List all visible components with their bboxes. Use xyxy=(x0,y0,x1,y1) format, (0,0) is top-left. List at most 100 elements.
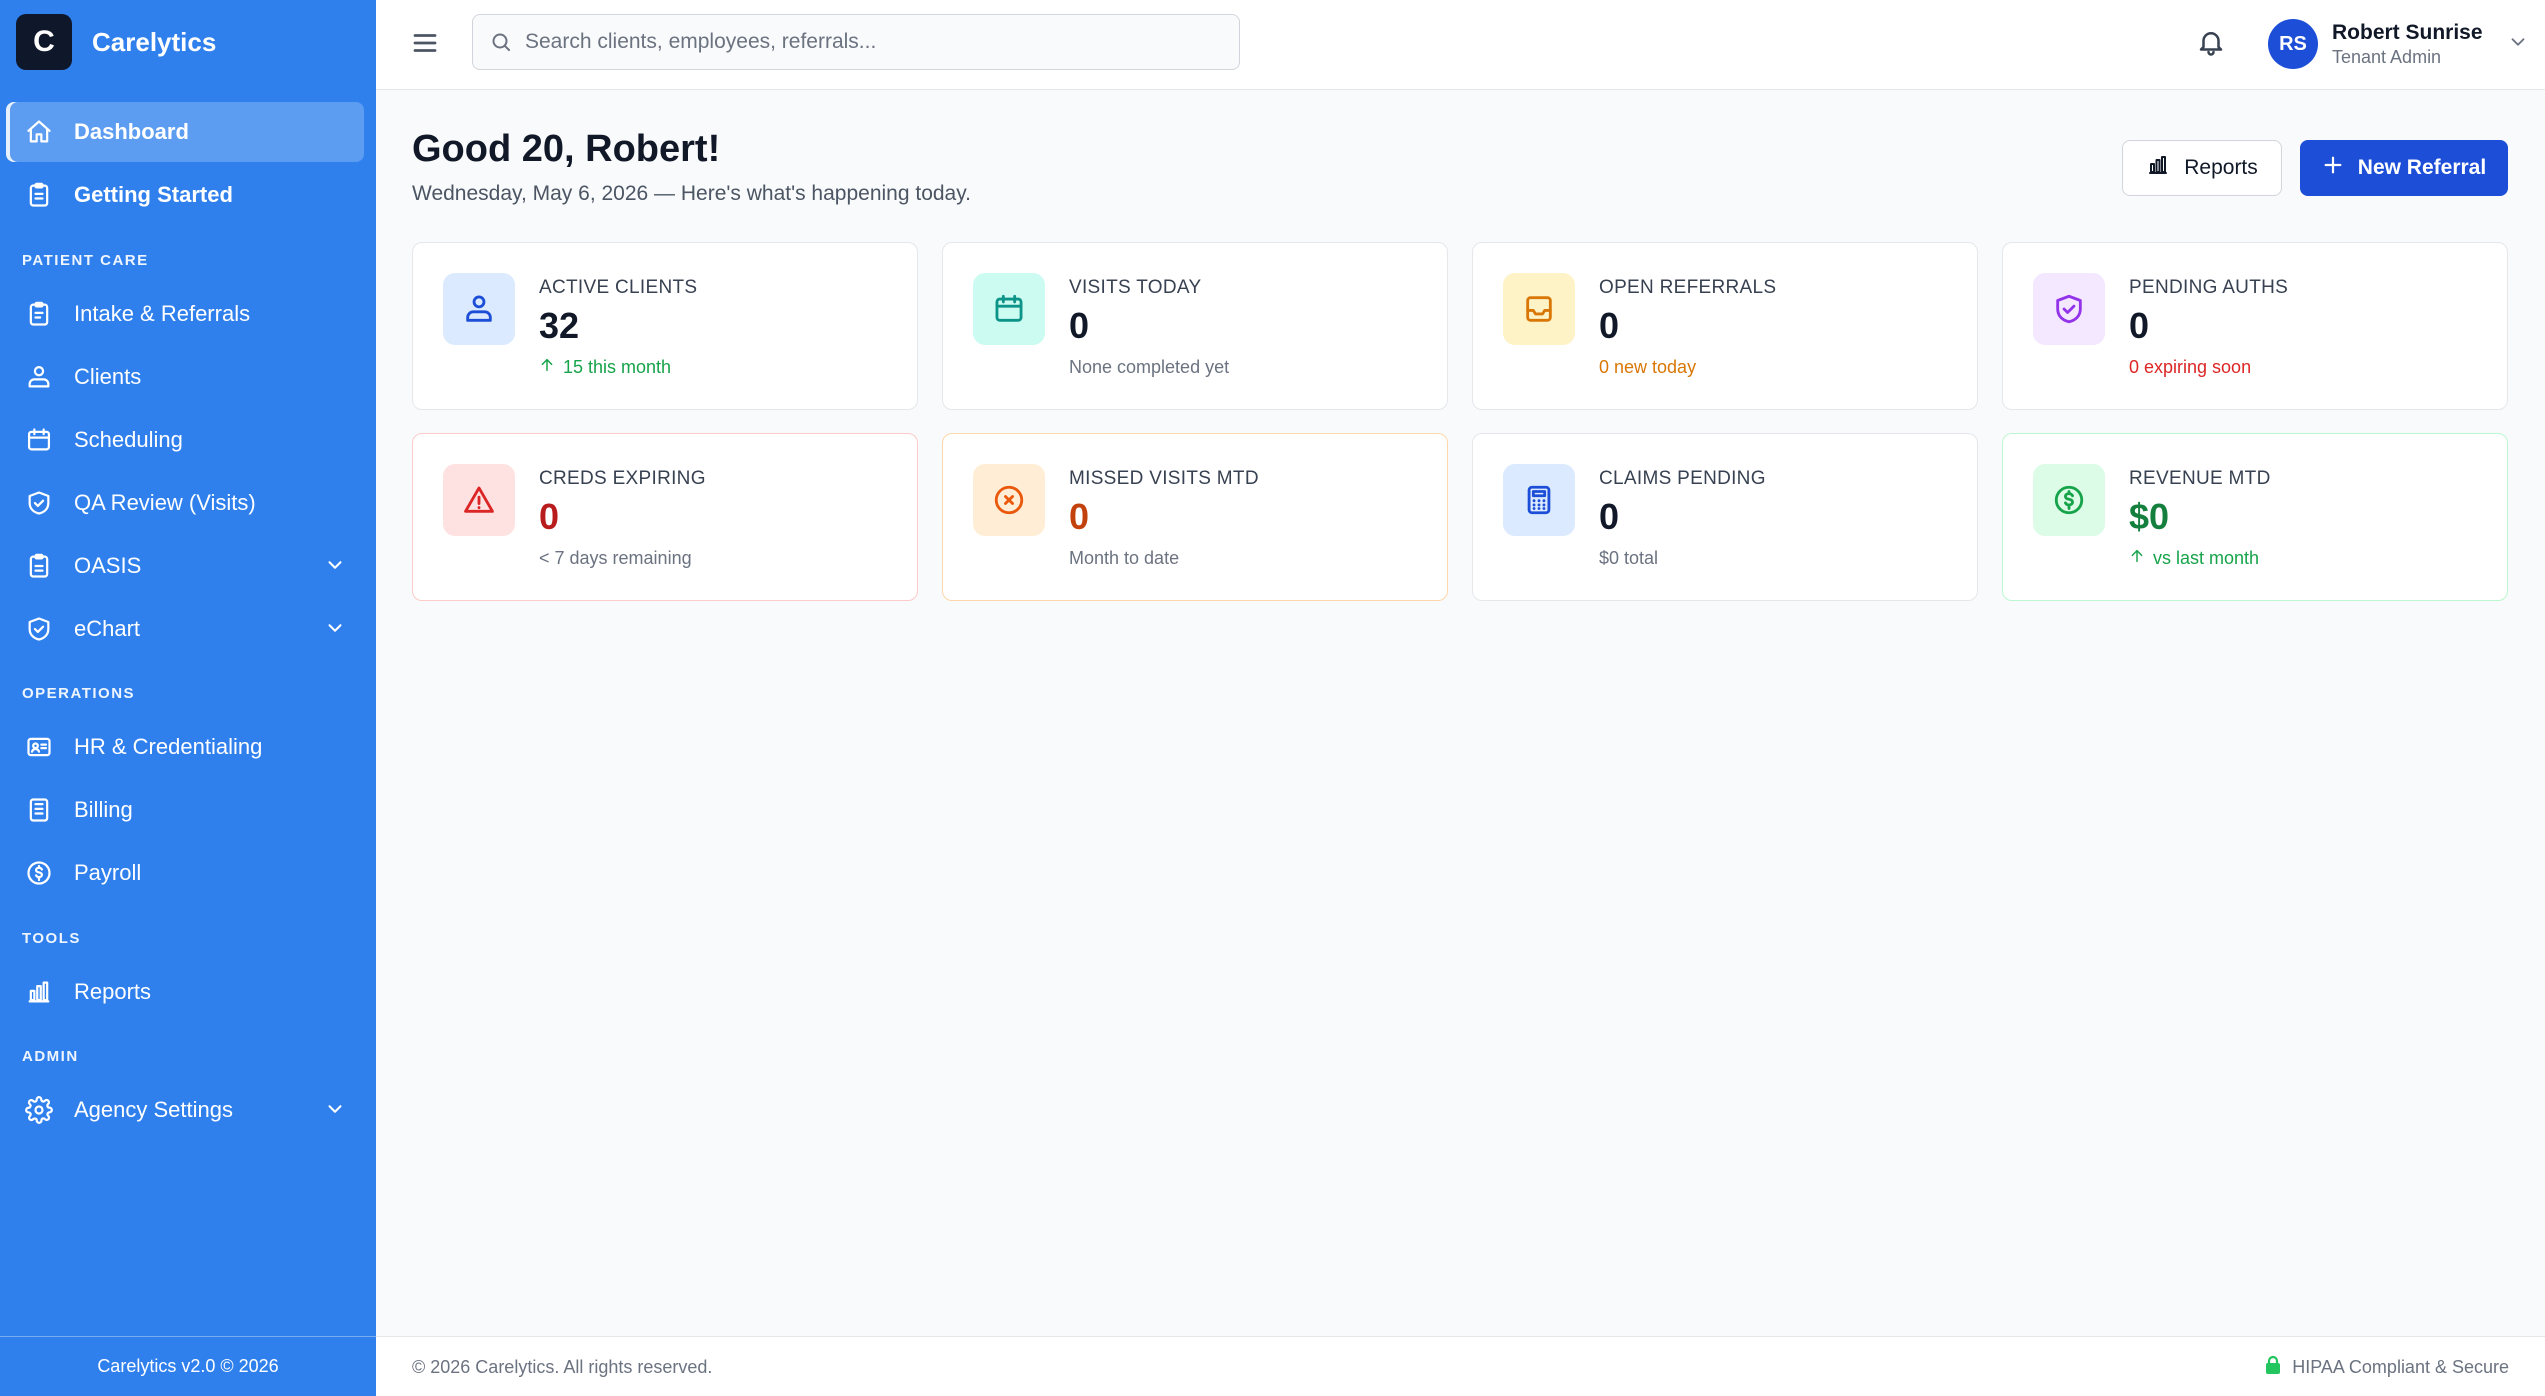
stat-value: 0 xyxy=(1069,305,1090,346)
stat-value: 0 xyxy=(2129,305,2150,346)
alert-triangle-icon xyxy=(443,464,515,536)
stat-value: $0 xyxy=(2129,496,2170,537)
avatar: RS xyxy=(2268,19,2318,69)
sidebar-item-label: HR & Credentialing xyxy=(74,734,263,759)
stat-card-revenue-mtd[interactable]: REVENUE MTD $0 vs last month xyxy=(2002,433,2508,601)
clipboard-icon xyxy=(24,180,54,210)
stat-sub: vs last month xyxy=(2129,548,2259,569)
stat-sub-text: 0 expiring soon xyxy=(2129,357,2252,377)
stat-sub-text: Month to date xyxy=(1069,548,1180,568)
chevron-down-icon[interactable] xyxy=(2497,31,2529,58)
stat-card-active-clients[interactable]: ACTIVE CLIENTS 32 15 this month xyxy=(412,242,918,410)
sidebar-item-label: eChart xyxy=(74,616,141,641)
stat-card-open-referrals[interactable]: OPEN REFERRALS 0 0 new today xyxy=(1472,242,1978,410)
users-icon xyxy=(24,362,54,392)
arrow-up-icon xyxy=(539,357,555,378)
id-card-icon xyxy=(24,732,54,762)
brand-name: Carelytics xyxy=(92,26,217,57)
stat-sub-text: None completed yet xyxy=(1069,357,1230,377)
reports-button-label: Reports xyxy=(2184,156,2258,179)
sidebar-item-qa-review[interactable]: QA Review (Visits) xyxy=(6,473,364,533)
sidebar-item-hr-credentialing[interactable]: HR & Credentialing xyxy=(6,717,364,777)
brand[interactable]: C Carelytics xyxy=(16,14,216,70)
stat-value: 0 xyxy=(1599,305,1620,346)
chevron-down-icon[interactable] xyxy=(324,554,346,582)
shield-check-icon xyxy=(2033,273,2105,345)
stat-label: REVENUE MTD xyxy=(2129,468,2271,489)
search-icon xyxy=(489,30,513,59)
new-referral-button[interactable]: New Referral xyxy=(2300,140,2508,196)
stat-sub: 0 expiring soon xyxy=(2129,357,2251,378)
hipaa-badge: HIPAA Compliant & Secure xyxy=(2264,1355,2509,1380)
clipboard-list-icon xyxy=(24,299,54,329)
shield-check-icon xyxy=(24,488,54,518)
sidebar-item-label: Intake & Referrals xyxy=(74,301,251,326)
stat-value: 0 xyxy=(539,496,560,537)
gear-icon xyxy=(24,1095,54,1125)
search-box xyxy=(472,14,1240,70)
chevron-down-icon[interactable] xyxy=(324,1098,346,1126)
page-footer: © 2026 Carelytics. All rights reserved. … xyxy=(376,1336,2545,1396)
stat-card-visits-today[interactable]: VISITS TODAY 0 None completed yet xyxy=(942,242,1448,410)
copyright-text: © 2026 Carelytics. All rights reserved. xyxy=(412,1357,713,1377)
stat-sub-text: 0 new today xyxy=(1599,357,1697,377)
stat-sub-text: < 7 days remaining xyxy=(539,548,692,568)
menu-icon[interactable] xyxy=(410,28,440,58)
sidebar-item-dashboard[interactable]: Dashboard xyxy=(6,102,364,162)
x-circle-icon xyxy=(973,464,1045,536)
plus-icon xyxy=(2322,154,2344,182)
users-icon xyxy=(443,273,515,345)
stat-sub: None completed yet xyxy=(1069,357,1229,378)
sidebar-item-clients[interactable]: Clients xyxy=(6,347,364,407)
home-icon xyxy=(24,117,54,147)
stat-label: MISSED VISITS MTD xyxy=(1069,468,1259,489)
stat-value: 0 xyxy=(1069,496,1090,537)
section-label-operations: OPERATIONS xyxy=(22,685,136,702)
bar-chart-icon xyxy=(2146,153,2170,183)
brand-logo: C xyxy=(16,14,72,70)
sidebar-item-label: Clients xyxy=(74,364,142,389)
sidebar-item-echart[interactable]: eChart xyxy=(6,599,364,659)
stat-value: 32 xyxy=(539,305,580,346)
stat-card-pending-auths[interactable]: PENDING AUTHS 0 0 expiring soon xyxy=(2002,242,2508,410)
sidebar-item-oasis[interactable]: OASIS xyxy=(6,536,364,596)
user-menu[interactable]: RS Robert Sunrise Tenant Admin xyxy=(2268,18,2529,70)
stat-card-claims-pending[interactable]: CLAIMS PENDING 0 $0 total xyxy=(1472,433,1978,601)
section-label-patient-care: PATIENT CARE xyxy=(22,252,149,269)
reports-button[interactable]: Reports xyxy=(2122,140,2282,196)
sidebar-item-label: Agency Settings xyxy=(74,1097,233,1122)
chevron-down-icon[interactable] xyxy=(324,617,346,645)
sidebar-item-agency-settings[interactable]: Agency Settings xyxy=(6,1080,364,1140)
lock-icon xyxy=(2264,1355,2282,1380)
sidebar-item-label: OASIS xyxy=(74,553,142,578)
sidebar-item-label: Dashboard xyxy=(74,119,189,144)
bell-icon[interactable] xyxy=(2196,27,2226,62)
new-referral-button-label: New Referral xyxy=(2357,156,2487,179)
sidebar-item-reports[interactable]: Reports xyxy=(6,962,364,1022)
calculator-icon xyxy=(1503,464,1575,536)
sidebar-item-label: Getting Started xyxy=(74,182,233,207)
topbar: RS Robert Sunrise Tenant Admin xyxy=(376,0,2545,90)
sidebar-item-intake-referrals[interactable]: Intake & Referrals xyxy=(6,284,364,344)
stat-label: CREDS EXPIRING xyxy=(539,468,706,489)
sidebar-item-payroll[interactable]: Payroll xyxy=(6,843,364,903)
stat-sub: $0 total xyxy=(1599,548,1658,569)
sidebar: C Carelytics Dashboard Getting Started P… xyxy=(0,0,376,1396)
dollar-circle-icon xyxy=(2033,464,2105,536)
sidebar-item-label: Billing xyxy=(74,797,133,822)
sidebar-item-label: Reports xyxy=(74,979,152,1004)
stat-card-creds-expiring[interactable]: CREDS EXPIRING 0 < 7 days remaining xyxy=(412,433,918,601)
sidebar-item-billing[interactable]: Billing xyxy=(6,780,364,840)
stat-sub: Month to date xyxy=(1069,548,1179,569)
section-label-tools: TOOLS xyxy=(22,930,81,947)
search-input[interactable] xyxy=(525,15,1225,69)
stat-label: CLAIMS PENDING xyxy=(1599,468,1766,489)
sidebar-item-getting-started[interactable]: Getting Started xyxy=(6,165,364,225)
stat-sub: 15 this month xyxy=(539,357,671,378)
stat-label: PENDING AUTHS xyxy=(2129,277,2289,298)
clipboard-check-icon xyxy=(24,551,54,581)
stat-sub: < 7 days remaining xyxy=(539,548,692,569)
stat-label: ACTIVE CLIENTS xyxy=(539,277,698,298)
sidebar-item-scheduling[interactable]: Scheduling xyxy=(6,410,364,470)
stat-card-missed-visits[interactable]: MISSED VISITS MTD 0 Month to date xyxy=(942,433,1448,601)
